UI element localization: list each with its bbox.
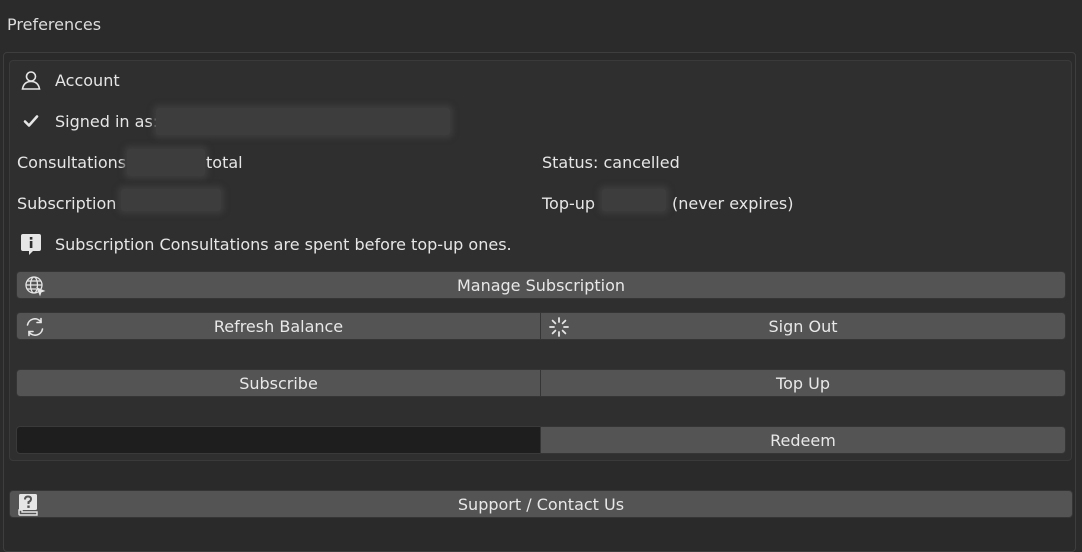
manage-subscription-button[interactable]: Manage Subscription xyxy=(16,271,1066,299)
redacted-consultations-count xyxy=(127,149,205,176)
globe-cursor-icon xyxy=(24,275,46,297)
redeem-code-input[interactable] xyxy=(16,426,541,454)
user-icon xyxy=(20,69,42,91)
info-icon xyxy=(20,233,42,257)
sign-out-button[interactable]: Sign Out xyxy=(540,312,1066,340)
help-book-icon xyxy=(18,493,40,516)
preferences-title: Preferences xyxy=(7,15,102,34)
status-text: Status: cancelled xyxy=(542,153,680,172)
subscribe-button[interactable]: Subscribe xyxy=(16,369,541,397)
redeem-button[interactable]: Redeem xyxy=(540,426,1066,454)
signed-in-label: Signed in as: xyxy=(55,112,159,131)
checkmark-icon xyxy=(22,112,40,130)
refresh-balance-label: Refresh Balance xyxy=(213,316,344,336)
redacted-email xyxy=(156,108,450,135)
subscription-label: Subscription xyxy=(17,194,117,213)
manage-subscription-label: Manage Subscription xyxy=(456,275,626,295)
consultations-label: Consultations: xyxy=(17,153,132,172)
topup-never-expires: (never expires) xyxy=(672,194,794,213)
topup-label: Top-up xyxy=(542,194,596,213)
top-up-label: Top Up xyxy=(776,373,830,393)
refresh-balance-button[interactable]: Refresh Balance xyxy=(16,312,541,340)
sign-out-label: Sign Out xyxy=(768,316,838,336)
subscribe-label: Subscribe xyxy=(239,373,318,393)
consultations-total-suffix: total xyxy=(206,153,243,172)
account-header: Account xyxy=(55,71,120,90)
redacted-topup-value xyxy=(602,189,666,211)
support-contact-label: Support / Contact Us xyxy=(457,494,625,514)
redeem-label: Redeem xyxy=(770,430,836,450)
loading-spinner-icon xyxy=(548,316,570,338)
redacted-subscription-value xyxy=(121,189,221,211)
top-up-button[interactable]: Top Up xyxy=(540,369,1066,397)
support-contact-button[interactable]: Support / Contact Us xyxy=(9,490,1073,518)
refresh-icon xyxy=(24,316,46,338)
info-note: Subscription Consultations are spent bef… xyxy=(55,235,512,254)
